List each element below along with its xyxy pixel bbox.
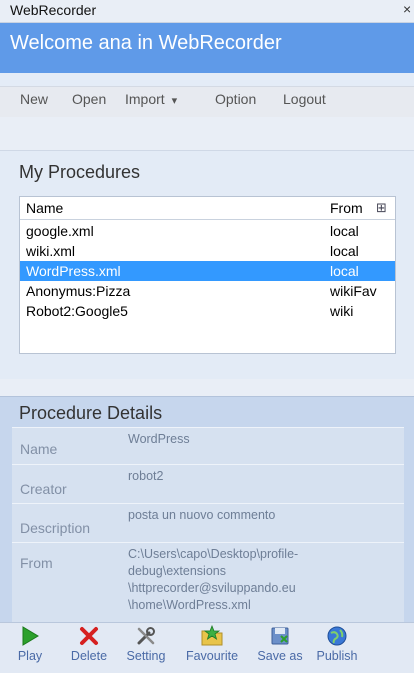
detail-label: Name <box>20 441 58 457</box>
table-row-selected[interactable]: WordPress.xml local <box>20 261 395 281</box>
table-row[interactable]: Robot2:Google5 wiki <box>20 301 395 321</box>
table-row[interactable]: google.xml local <box>20 221 395 241</box>
chevron-down-icon: ▾ <box>171 95 178 107</box>
details-panel: Procedure Details Name WordPress Creator… <box>0 396 414 624</box>
menu-bar: New Open Import ▾ Option Logout <box>0 86 414 118</box>
detail-row-from: From C:\Users\capo\Desktop\profile- debu… <box>12 542 404 624</box>
menu-new[interactable]: New <box>20 91 48 107</box>
column-chooser-icon[interactable]: ⊞ <box>376 197 387 219</box>
spacer-strip <box>0 117 414 150</box>
favourite-button[interactable]: Favourite <box>178 625 246 663</box>
column-header-name[interactable]: Name <box>26 197 63 219</box>
save-as-button[interactable]: Save as <box>252 625 308 663</box>
menu-logout[interactable]: Logout <box>283 91 326 107</box>
delete-button[interactable]: Delete <box>66 625 112 663</box>
row-name: Anonymus:Pizza <box>26 283 131 299</box>
welcome-banner: Welcome ana in WebRecorder <box>0 23 414 73</box>
favourite-label: Favourite <box>185 649 239 663</box>
detail-value-path: C:\Users\capo\Desktop\profile- debug\ext… <box>128 546 398 614</box>
delete-label: Delete <box>70 649 108 663</box>
column-header-from[interactable]: From <box>330 197 363 219</box>
save-as-label: Save as <box>257 649 303 663</box>
save-as-icon <box>271 627 289 645</box>
close-icon[interactable]: × <box>403 1 411 17</box>
table-header: Name From ⊞ <box>20 197 395 220</box>
row-from: local <box>330 243 359 259</box>
procedures-panel: My Procedures Name From ⊞ google.xml loc… <box>0 150 414 380</box>
row-name: wiki.xml <box>26 243 75 259</box>
menu-open[interactable]: Open <box>72 91 106 107</box>
globe-icon <box>327 626 347 646</box>
row-from: local <box>330 223 359 239</box>
path-line: \home\WordPress.xml <box>128 598 251 612</box>
detail-label: Description <box>20 520 91 536</box>
row-name: google.xml <box>26 223 94 239</box>
details-title: Procedure Details <box>19 403 163 423</box>
detail-label: Creator <box>20 481 67 497</box>
delete-x-icon <box>80 627 98 645</box>
window-title: WebRecorder <box>10 2 97 18</box>
publish-label: Publish <box>316 649 358 663</box>
setting-button[interactable]: Setting <box>120 625 172 663</box>
bottom-toolbar: Play Delete Setting Favourite Save as Pu… <box>0 622 414 673</box>
menu-import[interactable]: Import ▾ <box>125 91 177 107</box>
path-line: debug\extensions <box>128 564 226 578</box>
spacer-strip <box>0 379 414 396</box>
detail-row-creator: Creator robot2 <box>12 464 404 503</box>
detail-row-description: Description posta un nuovo commento <box>12 503 404 542</box>
procedures-title: My Procedures <box>19 162 141 182</box>
row-name: Robot2:Google5 <box>26 303 128 319</box>
detail-value: posta un nuovo commento <box>128 508 276 522</box>
publish-button[interactable]: Publish <box>312 625 362 663</box>
row-from: local <box>330 263 359 279</box>
folder-star-icon <box>201 625 223 646</box>
row-from: wikiFav <box>330 283 377 299</box>
row-from: wiki <box>330 303 354 319</box>
procedures-table: Name From ⊞ google.xml local wiki.xml lo… <box>19 196 396 354</box>
row-name: WordPress.xml <box>26 263 121 279</box>
menu-option[interactable]: Option <box>215 91 256 107</box>
play-icon <box>22 626 39 646</box>
path-line: C:\Users\capo\Desktop\profile- <box>128 547 299 561</box>
menu-import-label: Import <box>125 91 165 107</box>
table-row[interactable]: Anonymus:Pizza wikiFav <box>20 281 395 301</box>
welcome-text: Welcome ana in WebRecorder <box>10 32 282 54</box>
table-row[interactable]: wiki.xml local <box>20 241 395 261</box>
play-label: Play <box>17 649 43 663</box>
detail-row-name: Name WordPress <box>12 427 404 464</box>
play-button[interactable]: Play <box>12 625 48 663</box>
setting-label: Setting <box>126 649 166 663</box>
window-title-bar: WebRecorder × <box>0 0 414 23</box>
detail-label: From <box>20 555 53 571</box>
tools-icon <box>137 627 155 645</box>
detail-value: robot2 <box>128 469 164 483</box>
path-line: \httprecorder@sviluppando.eu <box>128 581 296 595</box>
detail-value: WordPress <box>128 432 190 446</box>
